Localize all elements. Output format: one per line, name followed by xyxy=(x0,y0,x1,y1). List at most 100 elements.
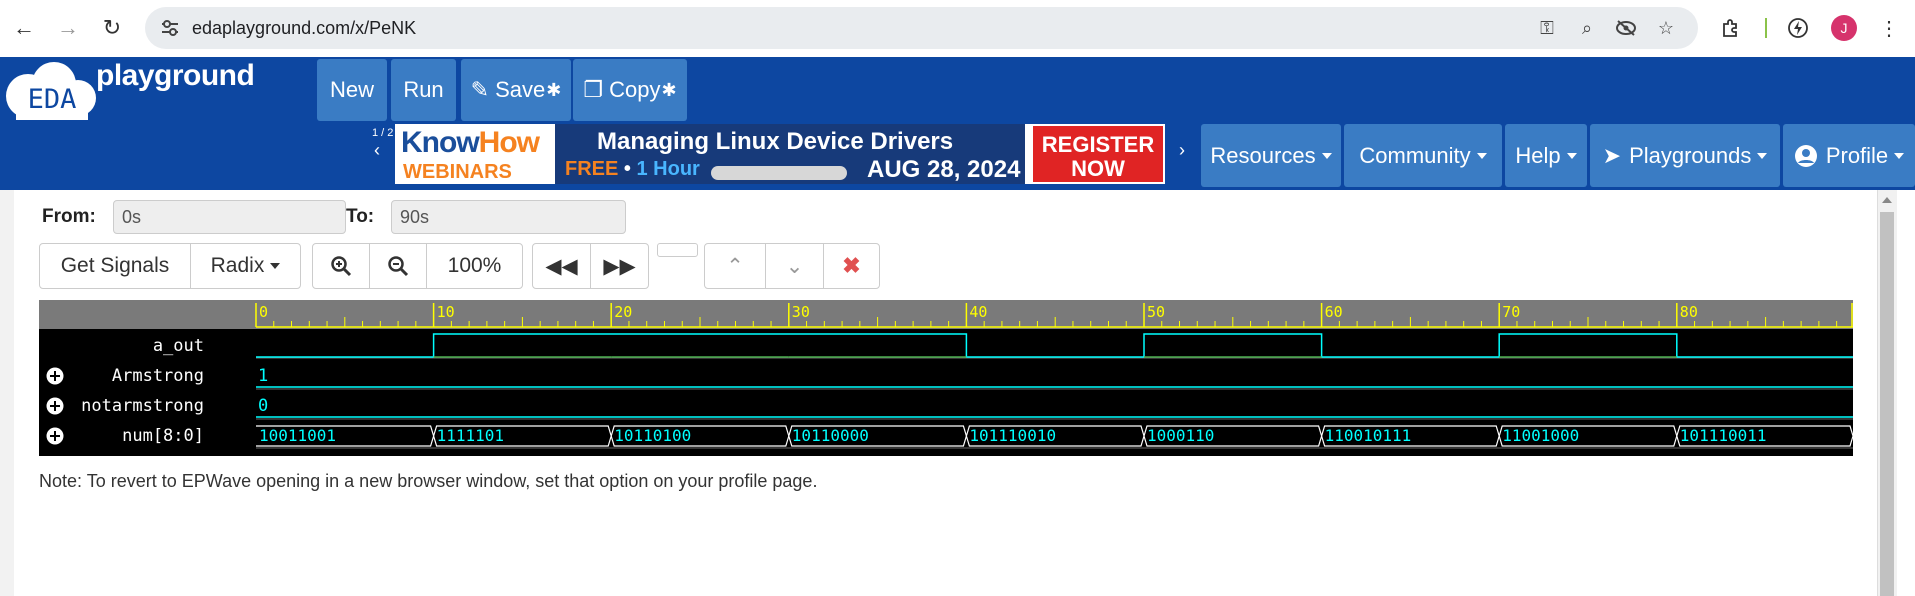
register-now-button[interactable]: REGISTER NOW xyxy=(1031,124,1165,184)
signal-name: a_out xyxy=(153,336,204,356)
scroll-right-button[interactable]: ▶▶ xyxy=(590,243,649,289)
save-label: Save xyxy=(495,77,546,102)
carousel-prev-icon[interactable]: ‹ xyxy=(374,140,380,161)
chevron-down-icon xyxy=(1894,152,1905,159)
bus-value: 101110010 xyxy=(969,426,1056,445)
ad-brand-how: How xyxy=(478,126,540,159)
copy-button[interactable]: ❐ Copy ✱ xyxy=(573,59,687,121)
help-label: Help xyxy=(1515,142,1561,168)
reload-icon[interactable]: ↻ xyxy=(94,10,130,46)
browser-toolbar: ← → ↻ edaplayground.com/x/PeNK ⚿ ⌕ ☆ J ⋮ xyxy=(0,0,1915,57)
bus-value: 1111101 xyxy=(437,426,504,445)
get-signals-button[interactable]: Get Signals xyxy=(39,243,191,289)
note-text: Note: To revert to EPWave opening in a n… xyxy=(39,471,818,491)
back-icon[interactable]: ← xyxy=(6,10,42,46)
signal-value: 1 xyxy=(258,366,268,386)
address-bar[interactable]: edaplayground.com/x/PeNK ⚿ ⌕ ☆ xyxy=(145,7,1698,49)
eye-off-icon[interactable] xyxy=(1614,16,1638,40)
expand-icon[interactable] xyxy=(46,397,64,415)
ad-slider xyxy=(711,166,847,180)
waveform-viewer[interactable]: 0 10 20 30 40 50 60 70 80 a_outArmstrongnotarmst… xyxy=(39,300,1853,456)
blank-button[interactable] xyxy=(657,243,698,257)
signal-name: Armstrong xyxy=(112,366,204,386)
url-text[interactable]: edaplayground.com/x/PeNK xyxy=(192,18,416,39)
zoom-icon[interactable]: ⌕ xyxy=(1575,16,1599,40)
star-icon[interactable]: ☆ xyxy=(1654,16,1678,40)
ad-date: AUG 28, 2024 xyxy=(867,156,1021,183)
profile-menu[interactable]: Profile xyxy=(1783,124,1915,187)
expand-icon[interactable] xyxy=(46,427,64,445)
zoom-out-button[interactable] xyxy=(369,243,427,289)
forward-icon[interactable]: → xyxy=(50,10,86,46)
fast-forward-icon: ▶▶ xyxy=(603,254,636,278)
left-panel-edge xyxy=(0,190,14,596)
community-menu[interactable]: Community xyxy=(1344,124,1502,187)
delete-signal-button[interactable]: ✖ xyxy=(823,243,880,289)
eda-logo-icon[interactable]: EDA xyxy=(2,60,102,122)
rocket-icon: ➤ xyxy=(1602,142,1622,168)
register-label: REGISTER xyxy=(1041,132,1155,157)
resources-label: Resources xyxy=(1210,142,1316,168)
signal-name: notarmstrong xyxy=(81,396,204,416)
copy-icon: ❐ xyxy=(583,77,604,102)
carousel-next-icon[interactable]: › xyxy=(1179,140,1185,161)
ad-brand: KnowHow WEBINARS xyxy=(395,124,555,184)
bus-value: 1000110 xyxy=(1147,426,1214,445)
ad-bullet: • xyxy=(623,158,631,180)
divider xyxy=(1765,18,1767,38)
signal-name: num[8:0] xyxy=(122,426,204,446)
chevron-down-icon xyxy=(1476,152,1487,159)
carousel-indicator: 1 / 2 xyxy=(372,127,394,139)
to-field[interactable]: 90s xyxy=(391,200,626,234)
key-icon[interactable]: ⚿ xyxy=(1535,16,1559,40)
tick-label: 80 xyxy=(1680,303,1698,321)
help-menu[interactable]: Help xyxy=(1505,124,1587,187)
scroll-left-button[interactable]: ◀◀ xyxy=(532,243,591,289)
radix-dropdown[interactable]: Radix xyxy=(190,243,301,289)
tick-label: 70 xyxy=(1502,303,1520,321)
move-down-button[interactable]: ⌄ xyxy=(765,243,824,289)
bus-value: 10011001 xyxy=(259,426,336,445)
ad-banner[interactable]: KnowHow WEBINARS Managing Linux Device D… xyxy=(395,124,1165,184)
scroll-up-icon[interactable] xyxy=(1882,197,1892,203)
site-info-icon[interactable] xyxy=(159,17,181,39)
signal-value: 0 xyxy=(258,396,268,416)
radix-label: Radix xyxy=(210,254,265,277)
scrollbar-thumb[interactable] xyxy=(1880,212,1894,596)
chevron-down-icon xyxy=(1757,152,1768,159)
zoom-in-button[interactable] xyxy=(312,243,370,289)
menu-icon[interactable]: ⋮ xyxy=(1873,12,1905,44)
ad-content: Managing Linux Device Drivers FREE • 1 H… xyxy=(555,124,1025,184)
bus-value: 10110100 xyxy=(614,426,691,445)
profile-label: Profile xyxy=(1825,142,1889,168)
zoom-out-icon xyxy=(388,256,409,277)
tick-label: 0 xyxy=(259,303,268,321)
from-field[interactable]: 0s xyxy=(113,200,346,234)
now-label: NOW xyxy=(1071,156,1125,181)
run-button[interactable]: Run xyxy=(391,59,456,121)
ad-free: FREE xyxy=(565,158,619,180)
playgrounds-menu[interactable]: ➤ Playgrounds xyxy=(1590,124,1780,187)
user-icon xyxy=(1794,144,1817,167)
ad-webinars: WEBINARS xyxy=(403,161,512,183)
logo-playground-text[interactable]: playground xyxy=(96,59,255,93)
playgrounds-label: Playgrounds xyxy=(1629,142,1752,168)
tick-label: 40 xyxy=(969,303,987,321)
extensions-icon[interactable] xyxy=(1715,12,1747,44)
chevron-down-icon: ⌄ xyxy=(785,254,804,278)
avatar[interactable]: J xyxy=(1831,15,1857,41)
move-up-button[interactable]: ⌃ xyxy=(704,243,766,289)
zoom-level-button[interactable]: 100% xyxy=(426,243,523,289)
unsaved-asterisk-icon: ✱ xyxy=(546,79,562,100)
bus-value: 101110011 xyxy=(1680,426,1767,445)
ad-title: Managing Linux Device Drivers xyxy=(597,128,954,155)
performance-icon[interactable] xyxy=(1782,12,1814,44)
resources-menu[interactable]: Resources xyxy=(1201,124,1341,187)
tick-label: 60 xyxy=(1325,303,1343,321)
ad-brand-know: Know xyxy=(401,126,480,159)
new-button[interactable]: New xyxy=(317,59,387,121)
expand-icon[interactable] xyxy=(46,367,64,385)
community-label: Community xyxy=(1359,142,1471,168)
save-button[interactable]: ✎ Save ✱ xyxy=(461,59,571,121)
chevron-down-icon xyxy=(270,263,281,269)
